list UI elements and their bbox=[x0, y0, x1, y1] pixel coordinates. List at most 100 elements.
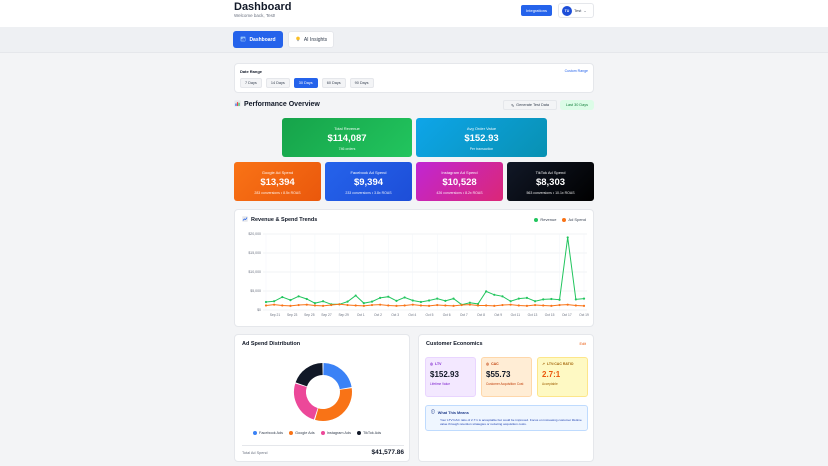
legend-dot bbox=[356, 431, 361, 435]
series-line-revenue bbox=[265, 237, 585, 306]
data-point bbox=[403, 296, 406, 299]
legend-dot bbox=[562, 217, 567, 222]
data-point bbox=[362, 304, 365, 307]
tab-dashboard[interactable]: Dashboard bbox=[233, 31, 283, 48]
x-tick-label: Oct 7 bbox=[460, 313, 468, 317]
x-tick-label: Oct 8 bbox=[477, 313, 485, 317]
range-14-days[interactable]: 14 Days bbox=[265, 78, 290, 88]
data-point bbox=[452, 304, 455, 307]
data-point bbox=[517, 304, 520, 307]
donut-slice-facebook-ads bbox=[322, 363, 352, 390]
legend-label: Instagram Ads bbox=[326, 431, 351, 435]
tiktok-ad-spend-card: TikTok Ad Spend $8,303 563 conversions •… bbox=[507, 162, 594, 201]
google-ad-spend-card: Google Ad Spend $13,394 283 conversions … bbox=[234, 162, 321, 201]
metric-label: Facebook Ad Spend bbox=[350, 170, 387, 175]
data-point bbox=[566, 303, 569, 306]
data-point bbox=[419, 300, 423, 304]
x-tick-label: Oct 15 bbox=[545, 313, 555, 317]
y-tick-label: $10,000 bbox=[248, 270, 261, 274]
data-point bbox=[493, 304, 496, 307]
legend-tiktok-ads[interactable]: TikTok Ads bbox=[356, 431, 381, 435]
metric-value: $8,303 bbox=[535, 177, 566, 188]
data-point bbox=[387, 295, 390, 298]
data-point bbox=[427, 299, 431, 302]
data-point bbox=[550, 304, 553, 307]
welcome-subtitle: Welcome back, Test! bbox=[234, 13, 276, 18]
generate-test-data-button[interactable]: ✎ Generate Test Data bbox=[503, 100, 557, 110]
x-tick-label: Oct 13 bbox=[528, 313, 538, 317]
donut-chart bbox=[294, 363, 352, 421]
custom-range-link[interactable]: Custom Range bbox=[565, 69, 588, 73]
legend-google-ads[interactable]: Google Ads bbox=[289, 431, 315, 435]
range-30-days[interactable]: 30 Days bbox=[293, 78, 318, 88]
legend-facebook-ads[interactable]: Facebook Ads bbox=[253, 431, 283, 435]
info-icon: ⓘ bbox=[431, 410, 435, 414]
legend-dot bbox=[289, 431, 294, 435]
data-point bbox=[264, 300, 268, 304]
tab-ai-insights[interactable]: AI Insights bbox=[288, 31, 334, 48]
target-icon: ◎ bbox=[486, 362, 490, 366]
data-point bbox=[509, 303, 512, 306]
x-tick-label: Sep 23 bbox=[287, 313, 298, 317]
legend-revenue-label: Revenue bbox=[540, 217, 557, 222]
range-90-days[interactable]: 90 Days bbox=[349, 78, 374, 88]
data-point bbox=[550, 297, 553, 301]
legend-dot bbox=[534, 217, 539, 222]
range-60-days[interactable]: 60 Days bbox=[321, 78, 346, 88]
x-tick-label: Sep 21 bbox=[270, 313, 281, 317]
data-point bbox=[542, 298, 545, 301]
data-point bbox=[501, 303, 504, 307]
metric-value: $13,394 bbox=[260, 177, 295, 188]
legend-label: Google Ads bbox=[295, 431, 315, 435]
x-tick-label: Oct 9 bbox=[494, 313, 502, 317]
data-point bbox=[411, 303, 414, 306]
data-point bbox=[493, 293, 496, 296]
tab-dashboard-label: Dashboard bbox=[249, 36, 276, 43]
legend-label: Facebook Ads bbox=[259, 431, 284, 435]
metric-label: Avg Order Value bbox=[466, 126, 497, 131]
data-point bbox=[281, 295, 284, 299]
spend-distribution-title: Ad Spend Distribution bbox=[242, 341, 301, 347]
data-point bbox=[313, 302, 317, 305]
data-point bbox=[444, 304, 447, 307]
data-point bbox=[395, 299, 398, 302]
metric-label: Total Revenue bbox=[334, 126, 360, 131]
chart-icon bbox=[242, 216, 248, 224]
donut-slice-instagram-ads bbox=[294, 383, 319, 420]
ad-spend-distribution-card: Ad Spend Distribution Facebook Ads Googl… bbox=[234, 334, 410, 462]
trends-title-label: Revenue & Spend Trends bbox=[251, 217, 318, 223]
data-point bbox=[321, 304, 325, 307]
data-point bbox=[509, 300, 512, 303]
performance-overview-title: Performance Overview bbox=[234, 100, 320, 109]
range-7-days[interactable]: 7 Days bbox=[240, 78, 262, 88]
top-bar: Dashboard Welcome back, Test! Integratio… bbox=[0, 0, 828, 27]
data-point bbox=[313, 304, 317, 307]
x-tick-label: Oct 6 bbox=[443, 313, 451, 317]
legend-ad-spend[interactable]: Ad Spend bbox=[562, 217, 586, 222]
trending-icon: ↗ bbox=[542, 362, 545, 366]
data-point bbox=[395, 304, 398, 307]
metric-sub: 233 conversions • 3.8x ROAS bbox=[345, 191, 392, 195]
trend-chart: $0 $5,000 $10,000 $15,000 $20,000 Sep 21 Sep 2… bbox=[248, 232, 589, 317]
data-point bbox=[305, 297, 308, 301]
data-point bbox=[370, 300, 374, 303]
data-point bbox=[281, 304, 284, 307]
data-point bbox=[289, 299, 292, 302]
data-point bbox=[305, 303, 308, 306]
ratio-head: ↗ LTV:CAC RATIO bbox=[542, 362, 583, 366]
legend-instagram-ads[interactable]: Instagram Ads bbox=[320, 431, 351, 435]
data-point bbox=[379, 303, 382, 306]
integrations-button[interactable]: Integrations bbox=[521, 5, 552, 16]
data-point bbox=[485, 290, 488, 293]
y-tick-label: $20,000 bbox=[248, 232, 261, 236]
metric-value: $9,394 bbox=[353, 177, 384, 188]
edit-link[interactable]: Edit bbox=[579, 342, 586, 346]
metric-sub: Per transaction bbox=[469, 147, 494, 151]
data-point bbox=[297, 303, 300, 307]
legend-revenue[interactable]: Revenue bbox=[534, 217, 556, 222]
data-point bbox=[264, 304, 268, 307]
user-menu[interactable]: TU Test ⌄ bbox=[558, 3, 594, 18]
data-point bbox=[321, 300, 325, 303]
customer-economics-title: Customer Economics bbox=[426, 341, 483, 347]
customer-economics-card: Customer Economics Edit ◎ LTV $152.93 Lif… bbox=[418, 334, 594, 462]
